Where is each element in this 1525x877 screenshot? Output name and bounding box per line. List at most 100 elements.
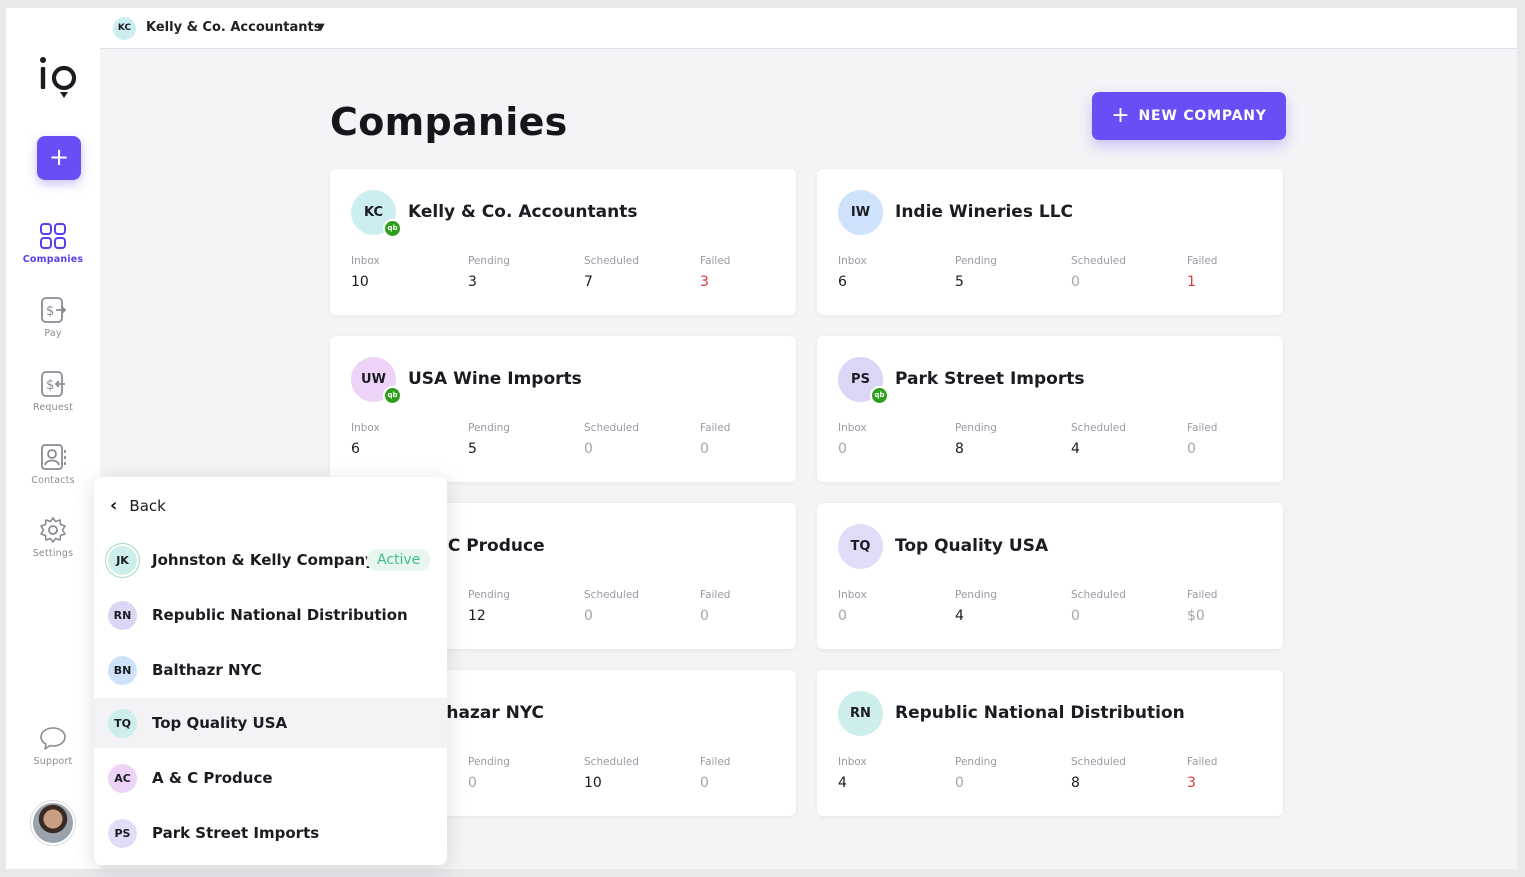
company-switch-item[interactable]: JK Johnston & Kelly Company Active — [94, 535, 447, 585]
stat-label: Scheduled — [1071, 422, 1126, 434]
svg-text:$: $ — [46, 304, 54, 319]
stat-pending: Pending 8 — [955, 422, 1065, 457]
company-name: Kelly & Co. Accountants — [408, 202, 638, 222]
stat-label: Inbox — [838, 756, 867, 768]
stat-label: Pending — [468, 422, 510, 434]
company-name: USA Wine Imports — [408, 369, 582, 389]
stat-failed: Failed 0 — [700, 422, 810, 457]
company-avatar: JK — [108, 545, 137, 575]
company-name: Park Street Imports — [152, 824, 320, 842]
company-name: Indie Wineries LLC — [895, 202, 1074, 222]
stat-failed: Failed $0 — [1187, 589, 1297, 624]
stat-label: Failed — [700, 589, 731, 601]
stat-value: 3 — [1187, 775, 1196, 791]
company-switch-item[interactable]: AC A & C Produce — [94, 753, 447, 803]
stat-scheduled: Scheduled 0 — [584, 589, 694, 624]
company-card[interactable]: IW Indie Wineries LLC Inbox 6 Pending 5 Schedu… — [817, 169, 1283, 315]
caret-down-icon[interactable]: ▼ — [317, 22, 325, 33]
sidebar-item-companies[interactable]: Companies — [6, 222, 100, 265]
stat-pending: Pending 4 — [955, 589, 1065, 624]
company-switch-item[interactable]: PS Park Street Imports — [94, 808, 447, 858]
company-switcher-popover: ‹ Back JK Johnston & Kelly Company Active R… — [94, 477, 447, 865]
stat-label: Scheduled — [1071, 255, 1126, 267]
stat-value: 0 — [838, 608, 847, 624]
sidebar-item-contacts[interactable]: Contacts — [6, 443, 100, 486]
stat-failed: Failed 0 — [700, 756, 810, 791]
company-name: Johnston & Kelly Company — [152, 551, 375, 569]
stat-value: 6 — [351, 441, 360, 457]
stat-pending: Pending 0 — [468, 756, 578, 791]
stat-label: Pending — [468, 756, 510, 768]
stat-value: 0 — [838, 441, 847, 457]
stat-value: 0 — [584, 608, 593, 624]
stat-pending: Pending 5 — [468, 422, 578, 457]
chat-bubble-icon — [40, 727, 66, 750]
sidebar: + Companies $ Pay $ Request Contacts Set… — [6, 8, 100, 869]
company-card[interactable]: KC qb Kelly & Co. Accountants Inbox 10 Pendin… — [330, 169, 796, 315]
stat-pending: Pending 0 — [955, 756, 1065, 791]
stat-value: 4 — [1071, 441, 1080, 457]
sidebar-item-request[interactable]: $ Request — [6, 370, 100, 413]
stat-label: Inbox — [838, 422, 867, 434]
stat-value: 8 — [955, 441, 964, 457]
stat-pending: Pending 5 — [955, 255, 1065, 290]
new-company-button[interactable]: + NEW COMPANY — [1092, 92, 1286, 140]
company-switch-item[interactable]: RN Republic National Distribution — [94, 590, 447, 640]
company-name: Top Quality USA — [895, 536, 1049, 556]
stat-value: 4 — [838, 775, 847, 791]
stat-label: Pending — [955, 756, 997, 768]
company-card[interactable]: RN Republic National Distribution Inbox 4 Pe… — [817, 670, 1283, 816]
stat-inbox: Inbox 6 — [838, 255, 948, 290]
company-avatar: BN — [108, 655, 137, 685]
user-avatar[interactable] — [31, 801, 75, 845]
stat-label: Pending — [955, 255, 997, 267]
stat-scheduled: Scheduled 7 — [584, 255, 694, 290]
company-switch-item[interactable]: TQ Top Quality USA — [94, 698, 447, 748]
add-button[interactable]: + — [37, 136, 81, 180]
active-badge: Active — [367, 549, 431, 571]
company-card[interactable]: TQ Top Quality USA Inbox 0 Pending 4 Scheduled… — [817, 503, 1283, 649]
sidebar-label-settings: Settings — [32, 548, 74, 559]
sidebar-item-settings[interactable]: Settings — [6, 516, 100, 559]
stat-label: Failed — [700, 756, 731, 768]
company-name: A & C Produce — [152, 769, 273, 787]
stat-scheduled: Scheduled 0 — [1071, 255, 1181, 290]
company-card[interactable]: UW qb USA Wine Imports Inbox 6 Pending 5 Schedu… — [330, 336, 796, 482]
stat-scheduled: Scheduled 0 — [584, 422, 694, 457]
stat-value: 7 — [584, 274, 593, 290]
svg-text:$: $ — [46, 378, 54, 393]
dollar-in-icon: $ — [41, 371, 65, 397]
stat-label: Pending — [955, 422, 997, 434]
company-card[interactable]: PS qb Park Street Imports Inbox 0 Pending 8 Sch… — [817, 336, 1283, 482]
company-switch-item[interactable]: BN Balthazr NYC — [94, 645, 447, 695]
stat-scheduled: Scheduled 8 — [1071, 756, 1181, 791]
stat-value: 0 — [700, 775, 709, 791]
sidebar-item-pay[interactable]: $ Pay — [6, 296, 100, 339]
stat-scheduled: Scheduled 4 — [1071, 422, 1181, 457]
stat-label: Failed — [700, 255, 731, 267]
back-label: Back — [129, 497, 166, 515]
stat-value: 3 — [700, 274, 709, 290]
stat-value: 0 — [468, 775, 477, 791]
sidebar-label-support: Support — [33, 756, 73, 767]
stat-inbox: Inbox 6 — [351, 422, 461, 457]
stat-label: Scheduled — [1071, 589, 1126, 601]
stat-scheduled: Scheduled 10 — [584, 756, 694, 791]
stat-failed: Failed 0 — [700, 589, 810, 624]
stat-inbox: Inbox 4 — [838, 756, 948, 791]
org-switcher-name[interactable]: Kelly & Co. Accountants — [146, 20, 321, 35]
plus-icon: + — [1111, 103, 1131, 128]
stat-value: $0 — [1187, 608, 1205, 624]
back-button[interactable]: ‹ Back — [110, 497, 166, 516]
stat-value: 12 — [468, 608, 486, 624]
stat-failed: Failed 3 — [1187, 756, 1297, 791]
company-name: Balthazr NYC — [152, 661, 262, 679]
stat-label: Failed — [700, 422, 731, 434]
stat-value: 0 — [700, 608, 709, 624]
stat-value: 5 — [955, 274, 964, 290]
company-avatar: TQ — [108, 708, 137, 738]
company-avatar: RN — [838, 691, 883, 736]
sidebar-item-support[interactable]: Support — [6, 724, 100, 767]
stat-value: 10 — [584, 775, 602, 791]
company-name: Top Quality USA — [152, 714, 288, 732]
